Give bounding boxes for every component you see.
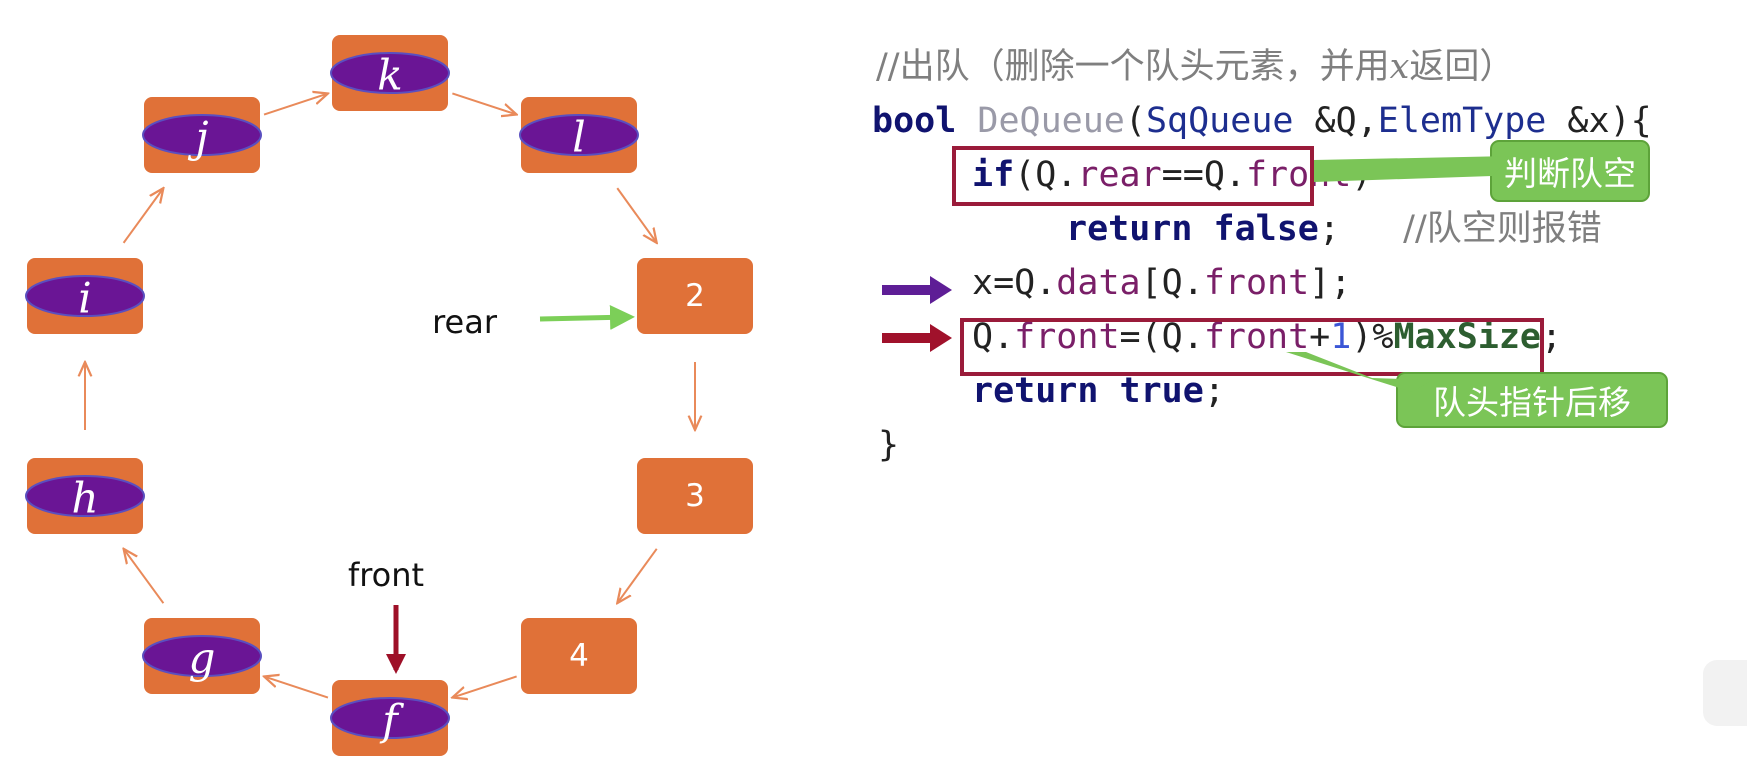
code-line-read-front: x=Q.data[Q.front]; <box>972 263 1352 303</box>
ring-nodes: k l 2 3 4 f g h i j <box>25 35 753 756</box>
empty-check-callout: 判断队空 <box>1490 140 1650 202</box>
queue-slot-label: l <box>572 113 585 162</box>
dequeue-code-block: //出队（删除一个队头元素，并用x返回） bool DeQueue(SqQueu… <box>872 36 1742 496</box>
queue-slot-label: 3 <box>685 478 705 514</box>
queue-slot-label: h <box>71 474 98 523</box>
queue-slot-label: i <box>78 274 91 323</box>
queue-slot-3: 3 <box>637 458 753 534</box>
front-move-callout: 队头指针后移 <box>1396 372 1668 428</box>
code-line-signature: bool DeQueue(SqQueue &Q,ElemType &x){ <box>872 101 1652 141</box>
queue-slot-l: l <box>519 97 639 173</box>
queue-slot-2: 2 <box>637 258 753 334</box>
ring-edge <box>263 93 328 116</box>
queue-slot-g: g <box>142 618 262 694</box>
ring-edge <box>452 92 516 114</box>
ring-edge <box>122 188 164 244</box>
code-line-close-brace: } <box>878 425 900 465</box>
ring-edge <box>264 676 329 699</box>
ring-edges <box>85 93 695 697</box>
queue-slot-label: 4 <box>569 638 589 674</box>
queue-slot-h: h <box>25 458 145 534</box>
ring-edge <box>452 675 517 697</box>
queue-slot-j: j <box>142 97 262 173</box>
ring-edge <box>616 187 656 243</box>
code-line-comment: //出队（删除一个队头元素，并用x返回） <box>876 47 1515 87</box>
queue-slot-4: 4 <box>521 618 637 694</box>
code-line-return-false: return false; //队空则报错 <box>1066 209 1602 249</box>
queue-slot-f: f <box>330 680 450 756</box>
queue-slot-k: k <box>330 35 450 111</box>
front-label: front <box>348 556 424 594</box>
queue-slot-label: k <box>377 51 402 100</box>
queue-slot-label: 2 <box>685 278 705 314</box>
circular-queue-diagram: k l 2 3 4 f g h i j rear front <box>25 35 753 756</box>
rear-label: rear <box>432 303 498 341</box>
ring-edge <box>124 549 165 604</box>
ring-edge <box>617 548 658 603</box>
video-player-icon[interactable] <box>1703 660 1747 726</box>
rear-pointer-arrow <box>539 304 635 330</box>
empty-check-highlight-box <box>952 146 1314 206</box>
queue-slot-label: g <box>189 634 216 683</box>
advance-front-highlight-box <box>960 318 1544 376</box>
queue-slot-i: i <box>25 258 145 334</box>
